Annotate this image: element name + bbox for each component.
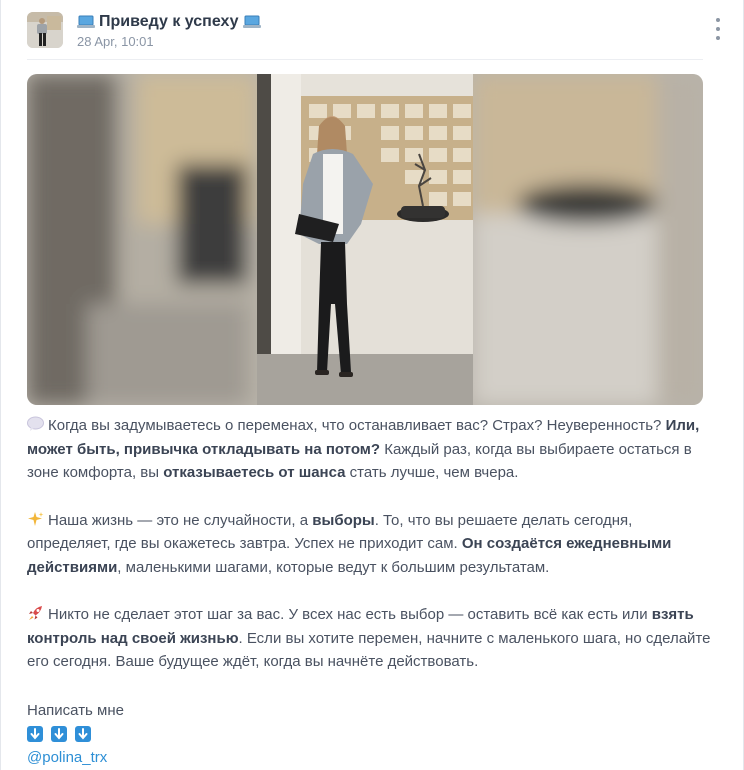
- arrow-down-icon: [51, 726, 67, 742]
- post-text: Когда вы задумываетесь о переменах, что …: [27, 414, 717, 674]
- channel-title-row[interactable]: Приведу к успеху: [77, 12, 261, 32]
- paragraph-text: Наша жизнь — это не случайности, а выбор…: [27, 512, 671, 576]
- header-divider: [27, 59, 703, 60]
- text-run: Наша жизнь — это не случайности, а: [48, 511, 313, 529]
- text-run: Когда вы задумываетесь о переменах, что …: [48, 417, 666, 434]
- speech-bubble-icon: [27, 416, 44, 432]
- post-header: Приведу к успеху 28 Apr, 10:01: [27, 12, 723, 52]
- more-options-icon[interactable]: [713, 18, 723, 40]
- laptop-icon: [77, 15, 95, 29]
- paragraph-text: Когда вы задумываетесь о переменах, что …: [27, 417, 699, 481]
- bold-text: отказываетесь от шанса: [163, 464, 346, 481]
- laptop-icon: [242, 15, 261, 29]
- post-card: Приведу к успеху 28 Apr, 10:01 Когда вы …: [0, 0, 744, 770]
- contact-username-link[interactable]: @polina_trx: [27, 749, 107, 766]
- paragraph-text: Никто не сделает этот шаг за вас. У всех…: [27, 606, 710, 670]
- paragraph-1: Когда вы задумываетесь о переменах, что …: [27, 414, 717, 485]
- text-run: Никто не сделает этот шаг за вас. У всех…: [48, 606, 652, 623]
- channel-title: Приведу к успеху: [99, 13, 239, 30]
- text-run: , маленькими шагами, которые ведут к бол…: [117, 558, 550, 576]
- arrow-row: [27, 726, 91, 742]
- rocket-icon: [27, 605, 44, 621]
- post-date: 28 Apr, 10:01: [77, 34, 154, 49]
- sparkles-icon: [27, 511, 44, 527]
- bold-text: выборы: [312, 511, 375, 529]
- paragraph-3: Никто не сделает этот шаг за вас. У всех…: [27, 603, 717, 674]
- arrow-down-icon: [75, 726, 91, 742]
- paragraph-2: Наша жизнь — это не случайности, а выбор…: [27, 509, 717, 580]
- contact-label: Написать мне: [27, 702, 124, 719]
- post-photo[interactable]: [27, 74, 703, 405]
- channel-avatar[interactable]: [27, 12, 63, 48]
- text-run: стать лучше, чем вчера.: [345, 464, 519, 481]
- arrow-down-icon: [27, 726, 43, 742]
